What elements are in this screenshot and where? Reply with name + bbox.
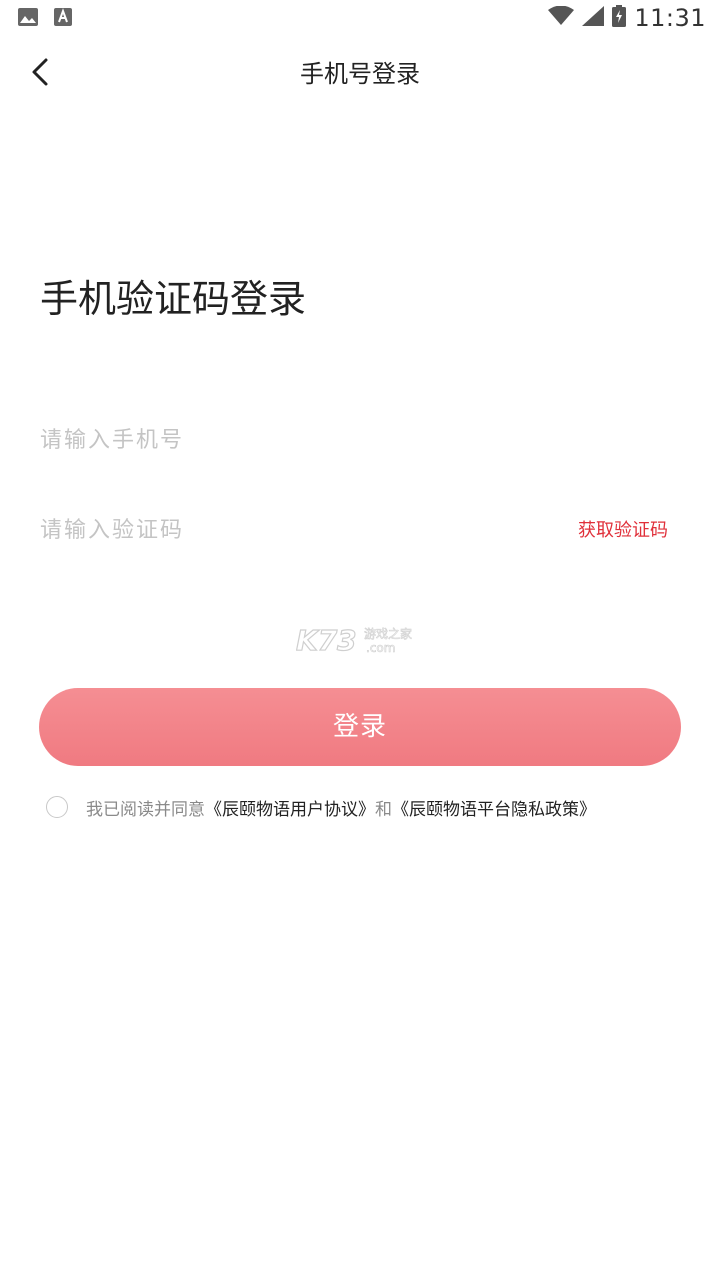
user-agreement-link[interactable]: 《辰颐物语用户协议》 xyxy=(205,800,375,820)
phone-input-row xyxy=(40,418,680,462)
font-icon xyxy=(54,8,72,30)
phone-input[interactable] xyxy=(40,418,540,462)
privacy-policy-link[interactable]: 《辰颐物语平台隐私政策》 xyxy=(392,800,596,820)
agreement-text: 我已阅读并同意《辰颐物语用户协议》和《辰颐物语平台隐私政策》 xyxy=(86,795,596,820)
svg-text:游戏之家: 游戏之家 xyxy=(364,626,412,641)
get-code-button[interactable]: 获取验证码 xyxy=(578,516,668,542)
image-icon xyxy=(18,8,38,30)
code-input-row: 获取验证码 xyxy=(40,508,680,552)
svg-text:.com: .com xyxy=(366,641,395,655)
page-title: 手机号登录 xyxy=(300,60,420,88)
battery-charging-icon xyxy=(612,5,627,31)
header-bar: 手机号登录 xyxy=(0,36,720,106)
wifi-icon xyxy=(548,5,575,30)
agreement-row: 我已阅读并同意《辰颐物语用户协议》和《辰颐物语平台隐私政策》 xyxy=(46,794,596,820)
agreement-checkbox[interactable] xyxy=(46,796,68,818)
status-bar: 11:31 xyxy=(0,0,720,36)
signal-icon xyxy=(582,6,605,30)
verification-code-input[interactable] xyxy=(40,508,540,552)
svg-text:K73: K73 xyxy=(296,624,357,657)
status-time: 11:31 xyxy=(634,4,706,32)
k73-watermark-logo: K73 游戏之家 .com xyxy=(295,622,426,658)
agreement-conjunction: 和 xyxy=(375,799,392,820)
login-heading: 手机验证码登录 xyxy=(40,277,307,321)
agreement-prefix: 我已阅读并同意 xyxy=(86,799,205,820)
login-button[interactable]: 登录 xyxy=(39,688,681,766)
